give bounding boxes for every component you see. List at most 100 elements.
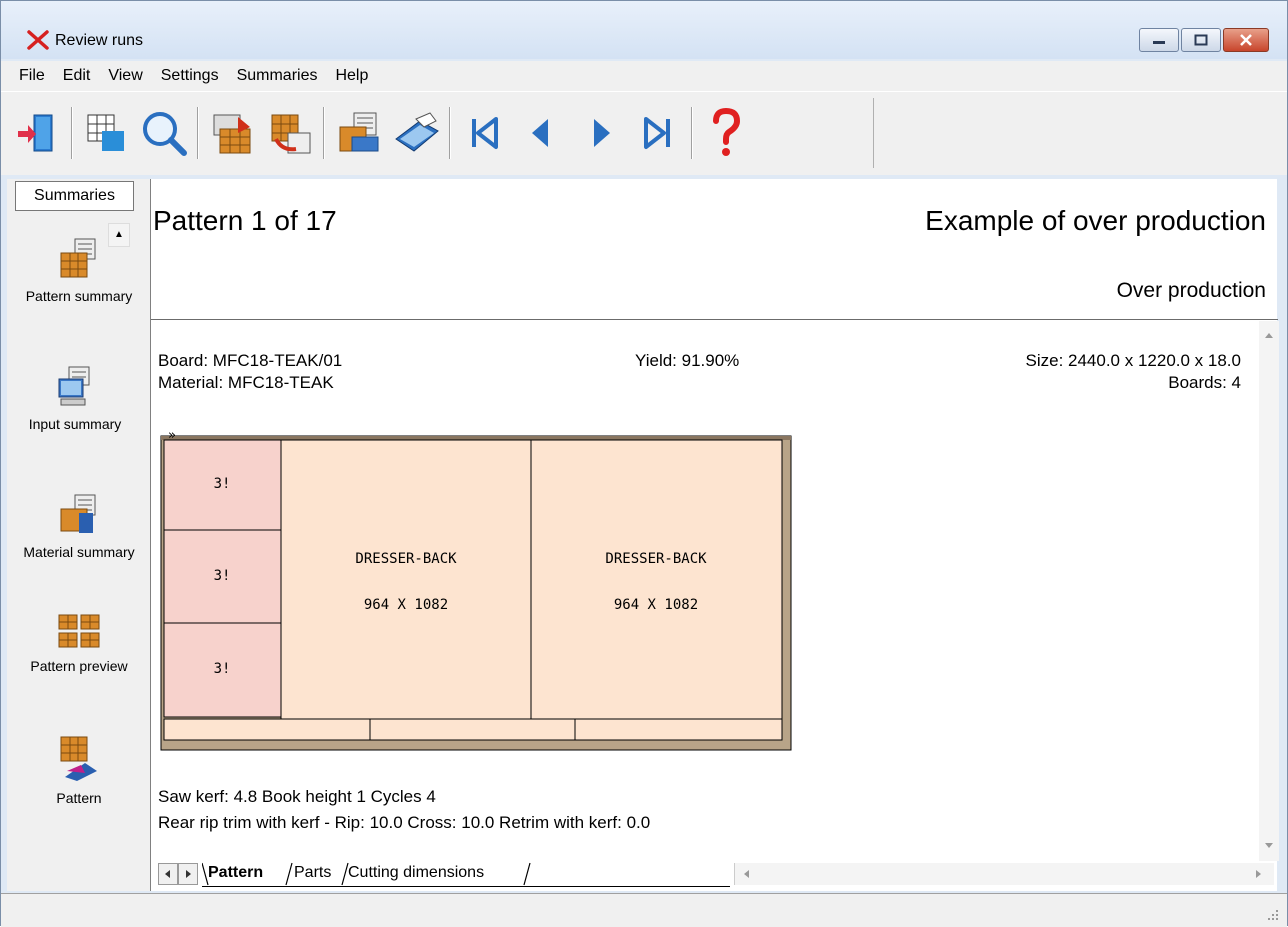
tab-strip: Pattern Parts Cutting dimensions <box>202 861 730 887</box>
minimize-button[interactable] <box>1139 28 1179 52</box>
close-button[interactable] <box>1223 28 1269 52</box>
resize-grip-icon[interactable] <box>1267 909 1279 921</box>
close-icon <box>1240 34 1252 46</box>
cutting-pattern-diagram: » 3! 3! 3! DRESSER-BACK 964 X 1082 DRESS… <box>160 428 792 751</box>
caret-right-icon <box>186 870 191 878</box>
title-bar[interactable]: Review runs <box>1 1 1287 59</box>
yield-label: Yield: 91.90% <box>635 351 740 370</box>
horizontal-scrollbar[interactable] <box>734 863 1274 885</box>
printer-icon <box>395 112 439 152</box>
summaries-tab[interactable]: Summaries <box>15 181 134 211</box>
material-label: Material: MFC18-TEAK <box>158 373 334 392</box>
report-title: Example of over production <box>925 205 1266 236</box>
status-bar <box>1 893 1287 927</box>
tab-dividers <box>202 862 531 886</box>
scroll-up-icon <box>1265 333 1273 338</box>
sidebar-item-input-summary[interactable]: Input summary <box>7 365 143 433</box>
menu-edit[interactable]: Edit <box>63 67 91 85</box>
caret-left-icon <box>165 870 170 878</box>
next-button[interactable] <box>571 102 629 164</box>
exit-icon <box>18 114 53 152</box>
report-icon <box>339 112 379 152</box>
small-part-label: 3! <box>214 661 231 677</box>
menu-view[interactable]: View <box>108 67 142 85</box>
saw-info: Saw kerf: 4.8 Book height 1 Cycles 4 <box>158 787 436 806</box>
board-label: Board: MFC18-TEAK/01 <box>158 351 343 370</box>
big-part <box>530 439 783 720</box>
last-icon <box>644 117 670 149</box>
print-button[interactable] <box>387 102 445 164</box>
pattern-icon <box>60 736 97 781</box>
pattern-arrow-icon <box>213 114 251 154</box>
tab-scroll-left[interactable] <box>158 863 178 885</box>
scroll-right-icon <box>1256 870 1261 878</box>
small-part-label: 3! <box>214 476 231 492</box>
search-button[interactable] <box>135 102 193 164</box>
toolbar-spacer <box>873 98 1277 168</box>
prev-icon <box>532 119 548 147</box>
big-part <box>280 439 532 720</box>
search-icon <box>143 112 187 156</box>
tab-scroll-right[interactable] <box>178 863 198 885</box>
pattern-preview-icon <box>58 614 100 648</box>
last-button[interactable] <box>629 102 687 164</box>
report-button[interactable] <box>329 102 387 164</box>
pattern-forward-button[interactable] <box>203 102 261 164</box>
sidebar-item-label: Pattern summary <box>25 288 133 304</box>
sidebar-item-pattern[interactable]: Pattern <box>11 735 147 807</box>
help-button[interactable] <box>697 102 755 164</box>
offcut-strip <box>163 718 371 741</box>
pattern-undo-icon <box>271 114 311 154</box>
exit-button[interactable] <box>9 102 67 164</box>
vertical-scrollbar[interactable] <box>1259 321 1279 861</box>
sidebar-item-label: Pattern <box>56 790 102 806</box>
pattern-undo-button[interactable] <box>261 102 319 164</box>
first-icon <box>472 117 498 149</box>
trim-info: Rear rip trim with kerf - Rip: 10.0 Cros… <box>158 813 651 832</box>
offcut-strip <box>574 718 783 741</box>
layout-button[interactable] <box>77 102 135 164</box>
sidebar-item-material-summary[interactable]: Material summary <box>11 493 147 561</box>
sidebar-item-label: Pattern preview <box>30 658 128 674</box>
help-icon <box>713 107 741 156</box>
report-header: Pattern 1 of 17 Example of over producti… <box>151 179 1278 320</box>
menu-file[interactable]: File <box>19 67 45 85</box>
big-part-name: DRESSER-BACK <box>605 551 707 567</box>
small-part-label: 3! <box>214 568 231 584</box>
sidebar-item-pattern-summary[interactable]: Pattern summary <box>11 237 147 305</box>
top-trim <box>161 436 791 440</box>
toolbar <box>1 91 1287 175</box>
big-part-name: DRESSER-BACK <box>355 551 457 567</box>
sidebar-item-label: Input summary <box>28 416 122 432</box>
menu-settings[interactable]: Settings <box>161 67 219 85</box>
menu-help[interactable]: Help <box>335 67 368 85</box>
window-title: Review runs <box>55 32 144 49</box>
report-subtitle: Over production <box>1116 279 1266 302</box>
pattern-summary-icon <box>60 238 96 278</box>
input-summary-icon <box>58 366 90 406</box>
app-window: Review runs File Edit View Settings Summ… <box>0 0 1288 927</box>
minimize-icon <box>1153 41 1165 44</box>
sidebar-item-label: Material summary <box>23 544 135 560</box>
next-icon <box>594 119 610 147</box>
offcut-strip <box>369 718 576 741</box>
direction-marker: » <box>168 428 176 443</box>
sheet-tabs: Pattern Parts Cutting dimensions <box>158 861 1278 889</box>
boards-label: Boards: 4 <box>1168 373 1241 392</box>
scroll-left-icon <box>744 870 749 878</box>
maximize-button[interactable] <box>1181 28 1221 52</box>
grid-icon <box>87 114 124 151</box>
size-label: Size: 2440.0 x 1220.0 x 18.0 <box>1025 351 1242 370</box>
scroll-down-icon <box>1265 843 1273 848</box>
big-part-dims: 964 X 1082 <box>364 597 448 613</box>
big-part-dims: 964 X 1082 <box>614 597 698 613</box>
menu-bar: File Edit View Settings Summaries Help <box>1 61 1287 91</box>
app-logo-icon <box>27 30 49 50</box>
menu-summaries[interactable]: Summaries <box>237 67 318 85</box>
pattern-counter: Pattern 1 of 17 <box>153 205 337 236</box>
material-summary-icon <box>60 494 96 533</box>
sidebar-item-pattern-preview[interactable]: Pattern preview <box>11 613 147 675</box>
maximize-icon <box>1194 34 1208 46</box>
first-button[interactable] <box>455 102 513 164</box>
previous-button[interactable] <box>513 102 571 164</box>
